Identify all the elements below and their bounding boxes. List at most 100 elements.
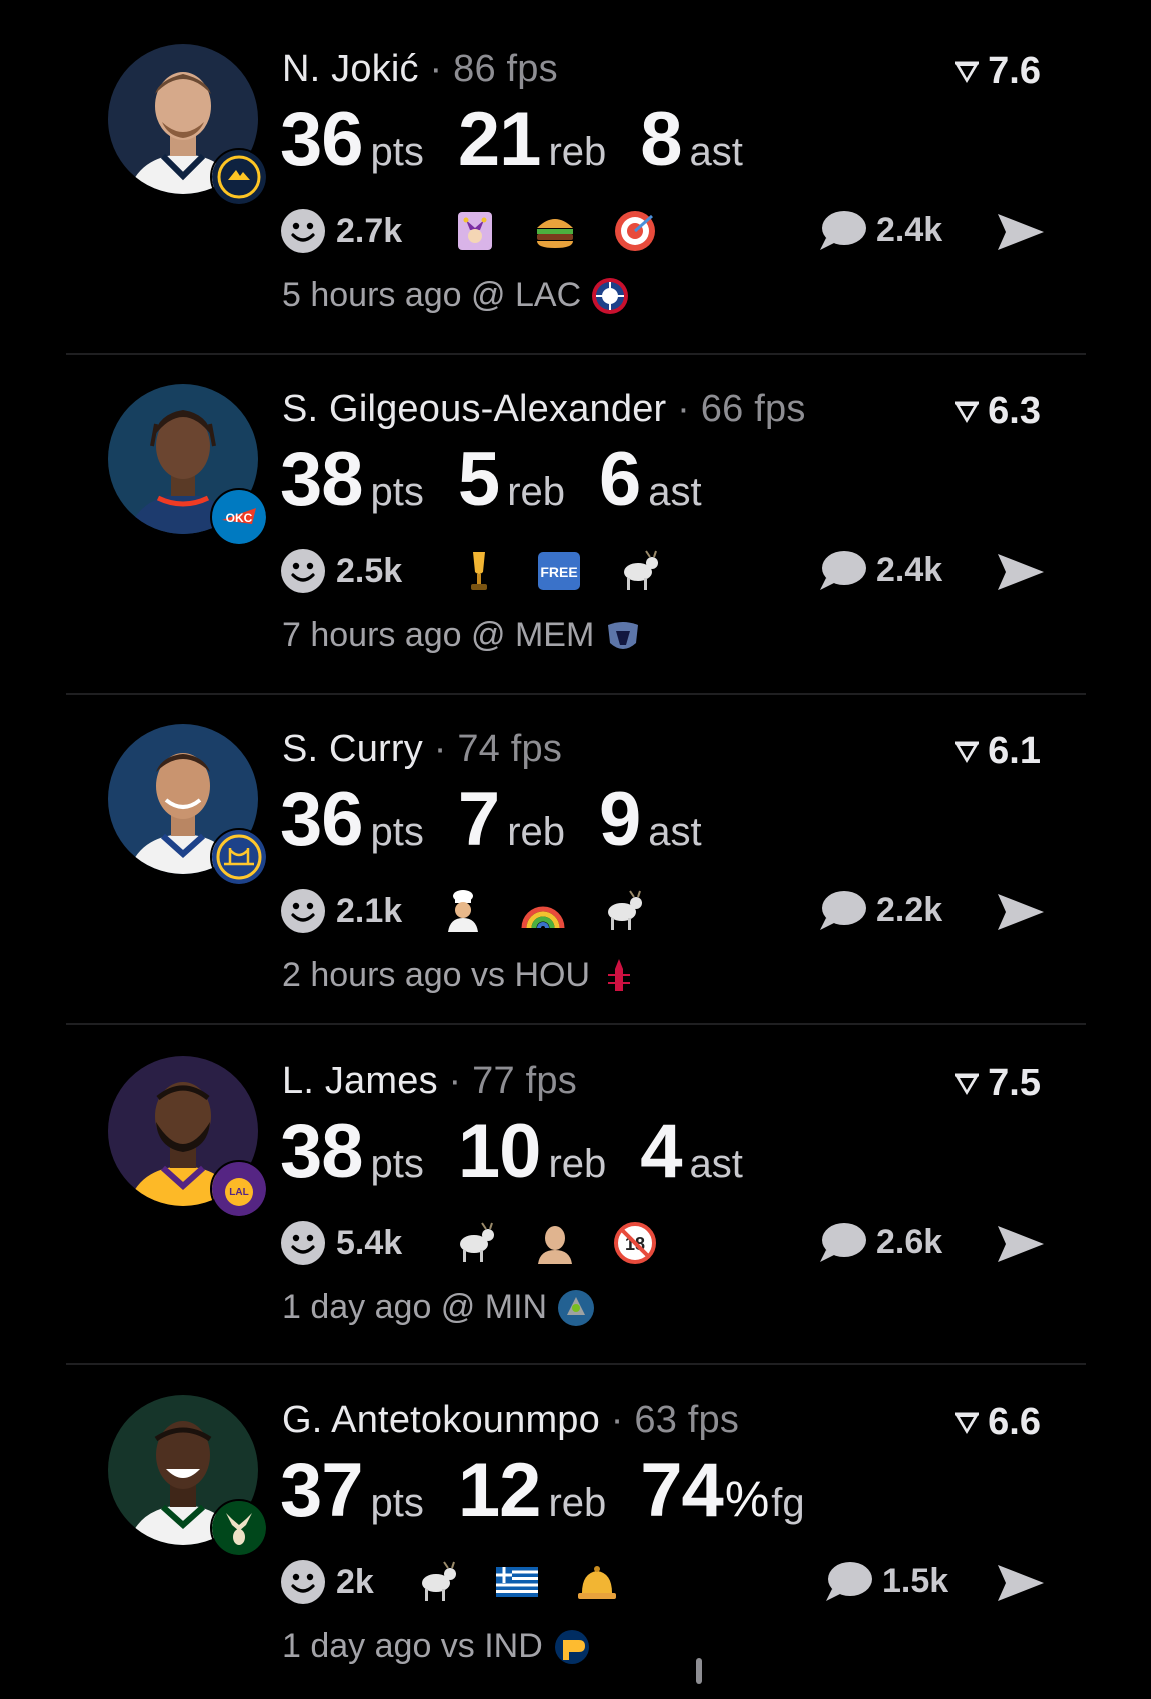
grizzlies-logo-icon	[608, 621, 639, 649]
comment-count: 2.4k	[876, 210, 943, 249]
game-info: 1 day ago vs IND	[282, 1627, 543, 1665]
chef-emoji[interactable]	[440, 888, 486, 934]
share-arrow-icon[interactable]	[996, 1561, 1046, 1605]
comment-bubble-icon	[820, 211, 866, 250]
fps-score: 74 fps	[457, 728, 563, 770]
rainbow-emoji[interactable]	[520, 888, 566, 934]
game-meta[interactable]: 1 day ago @ MIN	[282, 1288, 595, 1327]
bell-emoji[interactable]	[574, 1559, 620, 1605]
goat-emoji[interactable]	[600, 888, 646, 934]
react-button[interactable]: 5.4k	[280, 1220, 402, 1266]
stat-rebounds: 5 reb	[458, 436, 565, 523]
stat-unit: ast	[689, 1142, 743, 1186]
game-info: 1 day ago @ MIN	[282, 1288, 548, 1326]
smiley-icon	[281, 549, 325, 593]
react-button[interactable]: 2k	[280, 1559, 374, 1605]
rockets-logo-icon	[608, 958, 631, 991]
game-info: 2 hours ago vs HOU	[282, 956, 591, 994]
scroll-indicator[interactable]	[694, 1658, 704, 1684]
player-name-line[interactable]: S. Gilgeous-Alexander · 66 fps	[282, 388, 806, 431]
goat-emoji[interactable]	[452, 1220, 498, 1266]
post-card[interactable]: G. Antetokounmpo · 63 fps 6.6 37 pts 12 re…	[0, 1351, 1151, 1691]
react-button[interactable]: 2.7k	[280, 208, 402, 254]
greece-flag-emoji[interactable]	[494, 1559, 540, 1605]
rating-value: 6.1	[988, 730, 1041, 772]
game-meta[interactable]: 5 hours ago @ LAC	[282, 276, 629, 315]
free-button-emoji[interactable]: FREE	[536, 548, 582, 594]
share-arrow-icon[interactable]	[996, 210, 1046, 254]
game-meta[interactable]: 2 hours ago vs HOU	[282, 956, 638, 995]
player-name[interactable]: G. Antetokounmpo	[282, 1399, 600, 1441]
player-name-line[interactable]: N. Jokić · 86 fps	[282, 48, 558, 91]
rating-badge: 6.6	[952, 1401, 1041, 1444]
separator-dot: ·	[433, 728, 447, 770]
bald-head-emoji[interactable]	[532, 1220, 578, 1266]
emoji-reactions: FREE	[456, 548, 662, 594]
player-name-line[interactable]: S. Curry · 74 fps	[282, 728, 562, 771]
post-card[interactable]: LAL L. James · 77 fps 7.5 38 pts 10 reb 4a…	[0, 1012, 1151, 1352]
game-meta[interactable]: 7 hours ago @ MEM	[282, 616, 642, 655]
stat-line: 36 pts 7 reb 9 ast	[280, 776, 736, 863]
stat-unit-percent: %	[724, 1471, 770, 1527]
comment-button[interactable]: 2.2k	[818, 888, 942, 932]
comment-count: 2.2k	[876, 890, 943, 929]
svg-text:LAL: LAL	[229, 1187, 248, 1198]
stat-line: 38 pts 5 reb 6 ast	[280, 436, 736, 523]
team-badge-nuggets	[210, 148, 268, 206]
react-button[interactable]: 2.5k	[280, 548, 402, 594]
comment-button[interactable]: 2.4k	[818, 548, 942, 592]
stat-value: 36	[280, 97, 364, 182]
stat-assists: 8 ast	[640, 96, 743, 183]
reaction-count: 5.4k	[336, 1223, 403, 1262]
stat-rebounds: 21 reb	[458, 96, 606, 183]
rating-value: 7.6	[988, 50, 1041, 92]
smiley-icon	[281, 1560, 325, 1604]
player-name-line[interactable]: L. James · 77 fps	[282, 1060, 577, 1103]
smiley-icon	[281, 1221, 325, 1265]
react-button[interactable]: 2.1k	[280, 888, 402, 934]
stat-value: 74	[640, 1448, 724, 1533]
stat-field-goal-pct: 74% fg	[640, 1447, 804, 1534]
stat-value: 12	[457, 1448, 542, 1533]
stat-points: 37 pts	[280, 1447, 424, 1534]
rating-chevron-icon	[955, 61, 980, 83]
post-card[interactable]: N. Jokić · 86 fps 7.6 36 pts 21 reb 8 ast 2…	[0, 0, 1151, 340]
comment-bubble-icon	[820, 551, 866, 590]
goat-emoji[interactable]	[616, 548, 662, 594]
game-meta[interactable]: 1 day ago vs IND	[282, 1627, 591, 1666]
comment-count: 1.5k	[882, 1561, 949, 1600]
stat-value: 37	[280, 1448, 364, 1533]
hamburger-emoji[interactable]	[532, 208, 578, 254]
separator-dot: ·	[429, 48, 443, 90]
game-info: 7 hours ago @ MEM	[282, 616, 595, 654]
comment-button[interactable]: 2.4k	[818, 208, 942, 252]
rating-badge: 7.6	[952, 50, 1041, 93]
reaction-count: 2.1k	[336, 891, 403, 930]
bullseye-emoji[interactable]	[612, 208, 658, 254]
post-card[interactable]: S. Curry · 74 fps 6.1 36 pts 7 reb 9 ast 2.…	[0, 680, 1151, 1020]
stat-unit: reb	[548, 130, 607, 174]
comment-button[interactable]: 2.6k	[818, 1220, 942, 1264]
post-card[interactable]: OKC S. Gilgeous-Alexander · 66 fps 6.3 3…	[0, 340, 1151, 680]
stat-unit: pts	[370, 1481, 424, 1525]
goat-emoji[interactable]	[414, 1559, 460, 1605]
player-name[interactable]: N. Jokić	[282, 48, 419, 90]
team-badge-bucks	[210, 1499, 268, 1557]
separator-dot: ·	[610, 1399, 624, 1441]
separator-dot: ·	[677, 388, 691, 430]
no-under-18-emoji[interactable]: 18	[612, 1220, 658, 1266]
player-name[interactable]: S. Curry	[282, 728, 423, 770]
stat-unit: pts	[370, 810, 424, 854]
share-arrow-icon[interactable]	[996, 1222, 1046, 1266]
share-arrow-icon[interactable]	[996, 890, 1046, 934]
stat-unit: reb	[507, 810, 565, 854]
player-name[interactable]: S. Gilgeous-Alexander	[282, 388, 666, 430]
share-arrow-icon[interactable]	[996, 550, 1046, 594]
trophy-emoji[interactable]	[456, 548, 502, 594]
comment-button[interactable]: 1.5k	[824, 1559, 948, 1603]
player-name-line[interactable]: G. Antetokounmpo · 63 fps	[282, 1399, 739, 1442]
smiley-icon	[281, 889, 325, 933]
emoji-reactions	[414, 1559, 620, 1605]
player-name[interactable]: L. James	[282, 1060, 438, 1102]
jester-emoji[interactable]	[452, 208, 498, 254]
